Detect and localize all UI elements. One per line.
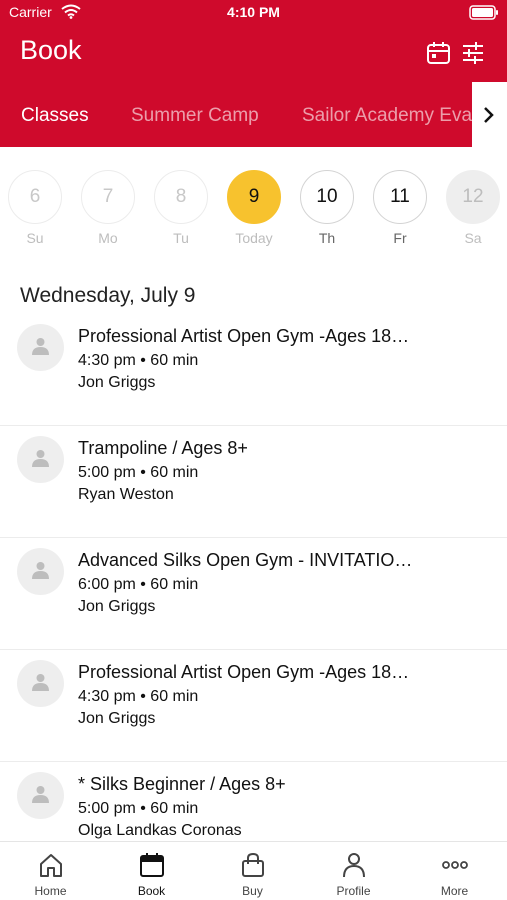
bottom-tab-bar: Home Book Buy Profile More (0, 841, 507, 900)
day-number: 9 (227, 170, 281, 224)
day-number: 11 (373, 170, 427, 224)
person-placeholder-icon (32, 562, 49, 579)
person-icon (343, 853, 365, 878)
day-number: 7 (81, 170, 135, 224)
header-bar: Carrier 4:10 PM Book Classes Summer Camp… (0, 0, 507, 147)
class-time: 5:00 pm • 60 min (78, 464, 199, 481)
day-number: 8 (154, 170, 208, 224)
home-icon (40, 854, 62, 877)
class-list-item[interactable]: Advanced Silks Open Gym - INVITATIO… 6:0… (0, 538, 507, 650)
class-instructor: Jon Griggs (78, 598, 156, 615)
class-list-item[interactable]: Trampoline / Ages 8+ 5:00 pm • 60 min Ry… (0, 426, 507, 538)
person-placeholder-icon (32, 674, 49, 691)
day-today[interactable]: 9 Today (225, 165, 283, 246)
avatar (17, 436, 64, 483)
tab-sailor-academy[interactable]: Sailor Academy Eva (302, 105, 472, 127)
day-monday[interactable]: 7 Mo (79, 165, 137, 246)
date-heading: Wednesday, July 9 (20, 284, 196, 307)
day-label: Fr (393, 230, 407, 246)
day-label: Today (235, 230, 273, 246)
week-day-picker: 6 Su 7 Mo 8 Tu 9 Today 10 Th 11 Fr 12 Sa (0, 165, 507, 255)
tab-label: Profile (336, 884, 371, 898)
day-thursday[interactable]: 10 Th (298, 165, 356, 246)
chevron-right-icon (484, 107, 494, 123)
avatar (17, 324, 64, 371)
class-time: 5:00 pm • 60 min (78, 800, 199, 817)
tab-label: Book (137, 884, 166, 898)
status-time: 4:10 PM (227, 4, 280, 20)
class-instructor: Jon Griggs (78, 710, 156, 727)
class-instructor: Ryan Weston (78, 486, 174, 503)
class-list-item[interactable]: Professional Artist Open Gym -Ages 18… 4… (0, 314, 507, 426)
day-sunday[interactable]: 6 Su (6, 165, 64, 246)
avatar (17, 548, 64, 595)
person-placeholder-icon (32, 450, 49, 467)
tab-summer-camp[interactable]: Summer Camp (131, 105, 259, 127)
class-instructor: Olga Landkas Coronas (78, 822, 242, 839)
person-placeholder-icon (32, 338, 49, 355)
tab-label: Home (34, 884, 67, 898)
class-title: Professional Artist Open Gym -Ages 18… (78, 326, 410, 346)
class-title: Trampoline / Ages 8+ (78, 438, 248, 458)
more-icon (442, 861, 468, 869)
avatar (17, 660, 64, 707)
tab-label: More (440, 884, 469, 898)
day-label: Th (318, 230, 336, 246)
tab-more[interactable]: More (404, 842, 505, 900)
day-label: Su (26, 230, 44, 246)
class-title: Advanced Silks Open Gym - INVITATIO… (78, 550, 413, 570)
day-label: Sa (464, 230, 482, 246)
class-time: 6:00 pm • 60 min (78, 576, 199, 593)
tab-profile[interactable]: Profile (303, 842, 404, 900)
person-placeholder-icon (32, 786, 49, 803)
class-list: Professional Artist Open Gym -Ages 18… 4… (0, 314, 507, 874)
class-time: 4:30 pm • 60 min (78, 688, 199, 705)
tab-book[interactable]: Book (101, 842, 202, 900)
class-title: * Silks Beginner / Ages 8+ (78, 774, 286, 794)
tab-home[interactable]: Home (0, 842, 101, 900)
page-title: Book (20, 35, 82, 65)
status-bar: Carrier 4:10 PM (0, 0, 507, 26)
tab-buy[interactable]: Buy (202, 842, 303, 900)
tab-label: Buy (242, 884, 263, 898)
class-list-item[interactable]: Professional Artist Open Gym -Ages 18… 4… (0, 650, 507, 762)
day-friday[interactable]: 11 Fr (371, 165, 429, 246)
filter-icon[interactable] (460, 40, 486, 66)
tab-classes[interactable]: Classes (21, 105, 89, 127)
day-label: Mo (98, 230, 118, 246)
title-row: Book (0, 30, 507, 76)
class-title: Professional Artist Open Gym -Ages 18… (78, 662, 410, 682)
day-number: 12 (446, 170, 500, 224)
tabs-scroll-right-button[interactable] (472, 82, 507, 147)
day-label: Tu (173, 230, 189, 246)
battery-icon (469, 5, 498, 20)
day-tuesday[interactable]: 8 Tu (152, 165, 210, 246)
calendar-icon (140, 853, 164, 877)
day-number: 6 (8, 170, 62, 224)
class-instructor: Jon Griggs (78, 374, 156, 391)
category-tabs: Classes Summer Camp Sailor Academy Eva (0, 98, 507, 132)
day-saturday[interactable]: 12 Sa (444, 165, 502, 246)
bag-icon (242, 852, 264, 877)
class-time: 4:30 pm • 60 min (78, 352, 199, 369)
day-number: 10 (300, 170, 354, 224)
calendar-icon[interactable] (426, 40, 452, 66)
avatar (17, 772, 64, 819)
